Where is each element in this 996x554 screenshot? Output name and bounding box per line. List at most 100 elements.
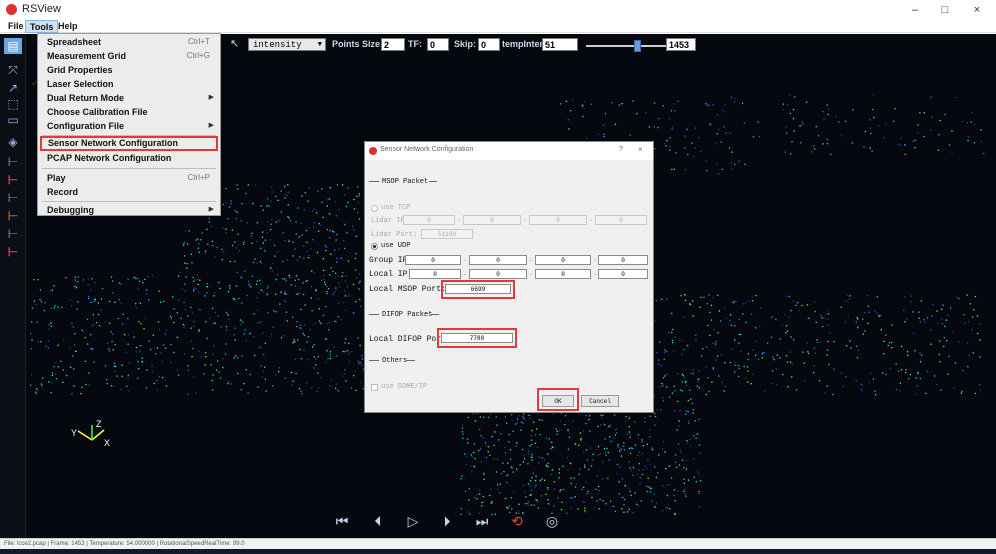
ip-dot: .	[594, 256, 596, 263]
local-ip-octet-1[interactable]: 0	[409, 269, 461, 279]
window-title: RSView	[22, 3, 61, 15]
tools-menu: · Spreadsheet Ctrl+T Measurement Grid Ct…	[31, 33, 221, 218]
minimize-button[interactable]: –	[900, 0, 930, 20]
status-frame: Frame: 1453	[50, 541, 85, 547]
ip-dot: .	[590, 216, 592, 223]
svg-text:X: X	[104, 438, 110, 448]
checkmark-icon: ·	[31, 36, 34, 46]
use-someip-label: use SOME/IP	[381, 383, 428, 391]
title-bar: RSView – □ ×	[0, 0, 996, 20]
dropdown-value: intensity	[253, 40, 302, 50]
local-msop-port-field[interactable]: 6699	[445, 284, 511, 294]
play-button[interactable]: ▷	[403, 512, 423, 530]
frame-spinbox[interactable]: 1453	[666, 38, 696, 51]
lidar-ip-octet-3[interactable]: 0	[529, 215, 587, 225]
view-plus-y-icon[interactable]: ⊢	[4, 190, 22, 206]
lidar-ip-octet-2[interactable]: 0	[463, 215, 521, 225]
view-plus-z-icon[interactable]: ⊢	[4, 226, 22, 242]
previous-frame-button[interactable]: ⏴	[368, 512, 388, 530]
menu-item-choose-calibration-file[interactable]: Choose Calibration File	[38, 106, 220, 120]
help-button[interactable]: ?	[619, 146, 623, 153]
sensor-network-configuration-dialog: Sensor Network Configuration ? × MSOP Pa…	[364, 141, 654, 413]
status-speed: RotationalSpeedRealTime: 99.0	[159, 541, 245, 547]
menu-file[interactable]: File	[4, 20, 28, 33]
spreadsheet-tool-icon[interactable]: ▤	[4, 38, 22, 54]
ruler-icon[interactable]: ▭	[4, 112, 22, 128]
view-minus-y-icon[interactable]: ⊢	[4, 208, 22, 224]
color-by-dropdown[interactable]: intensity ▼	[248, 38, 326, 51]
section-rule	[407, 360, 415, 361]
points-size-spinbox[interactable]: 2	[381, 38, 405, 51]
local-ip-octet-3[interactable]: 0	[535, 269, 591, 279]
first-frame-button[interactable]: ⏮	[332, 512, 352, 530]
record-icon[interactable]: ◎	[542, 512, 562, 530]
loop-icon[interactable]: ⟲	[507, 512, 527, 530]
os-taskbar	[0, 549, 996, 554]
next-frame-button[interactable]: ⏵	[437, 512, 457, 530]
menu-item-measurement-grid[interactable]: Measurement Grid Ctrl+G	[38, 50, 220, 64]
menu-item-grid-properties[interactable]: Grid Properties	[38, 64, 220, 78]
dialog-close-button[interactable]: ×	[638, 145, 643, 154]
svg-text:Y: Y	[71, 428, 77, 438]
select-box-icon[interactable]: ⬚	[4, 96, 22, 112]
group-ip-octet-4[interactable]: 0	[598, 255, 648, 265]
view-plus-x-icon[interactable]: ⊢	[4, 154, 22, 170]
others-section-label: Others	[382, 357, 408, 365]
measure-icon[interactable]: ↗	[4, 80, 22, 96]
msop-section-label: MSOP Packet	[382, 178, 429, 186]
skip-spinbox[interactable]: 0	[478, 38, 500, 51]
menu-item-sensor-network-configuration[interactable]: Sensor Network Configuration	[40, 136, 218, 151]
group-ip-octet-3[interactable]: 0	[535, 255, 591, 265]
menu-item-laser-selection[interactable]: ✔ Laser Selection	[31, 78, 220, 92]
lidar-port-field[interactable]: 51180	[421, 229, 473, 239]
checkmark-icon: ✔	[31, 78, 39, 88]
ok-button[interactable]: OK	[542, 395, 574, 407]
use-someip-checkbox[interactable]	[371, 384, 378, 391]
section-rule	[369, 360, 379, 361]
tf-spinbox[interactable]: 0	[427, 38, 449, 51]
tempinten-spinbox[interactable]: 51	[542, 38, 578, 51]
menu-bar: File Tools Help	[0, 20, 996, 33]
submenu-arrow-icon: ▶	[208, 122, 214, 129]
last-frame-button[interactable]: ⏭	[472, 512, 492, 530]
difop-section-label: DIFOP Packet	[382, 311, 433, 319]
view-minus-x-icon[interactable]: ⊢	[4, 172, 22, 188]
close-button[interactable]: ×	[962, 0, 992, 20]
submenu-arrow-icon: ▶	[208, 206, 214, 213]
lidar-ip-octet-4[interactable]: 0	[595, 215, 647, 225]
layers-icon[interactable]: ◈	[4, 134, 22, 150]
menu-item-pcap-network-configuration[interactable]: PCAP Network Configuration	[38, 152, 220, 166]
lidar-ip-octet-1[interactable]: 0	[403, 215, 455, 225]
menu-help[interactable]: Help	[54, 20, 82, 33]
crosshair-icon[interactable]: ⤧	[4, 62, 22, 78]
local-ip-octet-4[interactable]: 0	[598, 269, 648, 279]
points-size-label: Points Size:	[332, 39, 384, 49]
group-ip-octet-1[interactable]: 0	[405, 255, 461, 265]
pick-icon[interactable]: ↖	[230, 37, 239, 50]
view-minus-z-icon[interactable]: ⊢	[4, 244, 22, 260]
frame-slider-handle[interactable]	[634, 40, 641, 52]
group-ip-octet-2[interactable]: 0	[469, 255, 527, 265]
local-ip-octet-2[interactable]: 0	[469, 269, 527, 279]
use-tcp-radio[interactable]	[371, 205, 378, 212]
ip-dot: .	[594, 270, 596, 277]
maximize-button[interactable]: □	[930, 0, 960, 20]
use-udp-radio[interactable]	[371, 243, 378, 250]
menu-item-debugging[interactable]: Debugging ▶	[38, 204, 220, 218]
ip-dot: .	[530, 270, 532, 277]
cancel-button[interactable]: Cancel	[581, 395, 619, 407]
app-logo-icon	[369, 147, 377, 155]
ip-dot: .	[464, 270, 466, 277]
frame-slider[interactable]	[586, 45, 666, 47]
ip-dot: .	[524, 216, 526, 223]
menu-item-spreadsheet[interactable]: · Spreadsheet Ctrl+T	[31, 36, 220, 50]
menu-item-play[interactable]: Play Ctrl+P	[38, 172, 220, 186]
use-udp-label: use UDP	[381, 242, 411, 250]
menu-item-dual-return-mode[interactable]: Dual Return Mode ▶	[38, 92, 220, 106]
app-logo-icon	[6, 4, 17, 15]
tf-label: TF:	[408, 39, 422, 49]
local-difop-port-field[interactable]: 7788	[441, 333, 513, 343]
menu-item-record[interactable]: Record	[38, 186, 220, 200]
dialog-title: Sensor Network Configuration	[380, 146, 474, 153]
menu-item-configuration-file[interactable]: Configuration File ▶	[38, 120, 220, 134]
